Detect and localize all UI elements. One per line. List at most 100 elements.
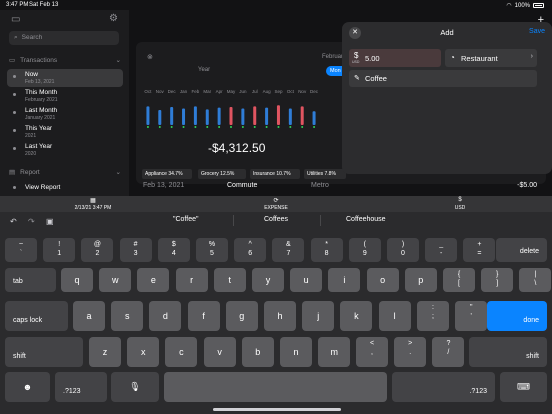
bar[interactable] bbox=[253, 106, 257, 125]
key-;[interactable]: :; bbox=[417, 301, 449, 331]
bar[interactable] bbox=[265, 107, 269, 125]
repeat-icon[interactable]: ⟳ bbox=[256, 197, 296, 204]
amount-field[interactable]: $ USD 5.00 bbox=[349, 49, 441, 67]
section-report[interactable]: ▤ Report ⌄ bbox=[9, 168, 121, 177]
key-[[interactable]: {[ bbox=[443, 268, 475, 292]
key-n[interactable]: n bbox=[280, 337, 312, 367]
key-,[interactable]: <, bbox=[356, 337, 388, 367]
key--[interactable]: _ - bbox=[425, 238, 458, 262]
sidebar-item-this-month[interactable]: This Month February 2021 bbox=[7, 87, 123, 105]
toolbar-currency-code[interactable]: USD bbox=[440, 205, 480, 211]
segment-year[interactable]: Year bbox=[198, 67, 210, 73]
key-q[interactable]: q bbox=[61, 268, 93, 292]
numbers-key-left[interactable]: .?123 bbox=[55, 372, 107, 402]
bar[interactable] bbox=[276, 105, 280, 125]
key-8[interactable]: * 8 bbox=[310, 238, 343, 262]
microphone-key[interactable]: 🎙 bbox=[111, 372, 159, 402]
section-transactions[interactable]: ▭ Transactions ⌄ bbox=[9, 56, 121, 65]
key-7[interactable]: & 7 bbox=[272, 238, 305, 262]
key-o[interactable]: o bbox=[366, 268, 399, 292]
key-j[interactable]: j bbox=[302, 301, 335, 331]
sidebar-toggle-icon[interactable]: ▭ bbox=[11, 14, 20, 25]
key-s[interactable]: s bbox=[111, 301, 144, 331]
bar[interactable] bbox=[288, 108, 292, 126]
bar[interactable] bbox=[300, 106, 304, 125]
key-/[interactable]: ? / bbox=[432, 337, 465, 367]
sidebar-item-last-month[interactable]: Last Month January 2021 bbox=[7, 105, 123, 123]
paste-icon[interactable]: ▣ bbox=[46, 217, 54, 226]
keyboard-dismiss-key[interactable]: ⌨ bbox=[500, 372, 547, 402]
bar[interactable] bbox=[146, 106, 150, 125]
key-][interactable]: }] bbox=[481, 268, 514, 292]
key-y[interactable]: y bbox=[252, 268, 284, 292]
redo-icon[interactable]: ↷ bbox=[28, 217, 35, 226]
key-b[interactable]: b bbox=[241, 337, 274, 367]
space-key[interactable] bbox=[164, 372, 387, 402]
key-v[interactable]: v bbox=[203, 337, 236, 367]
key-f[interactable]: f bbox=[187, 301, 220, 331]
search-input[interactable]: ⌕ Search bbox=[9, 31, 119, 45]
key-k[interactable]: k bbox=[340, 301, 373, 331]
suggestion-1[interactable]: Coffees bbox=[264, 216, 288, 223]
key-h[interactable]: h bbox=[264, 301, 296, 331]
sidebar-item-view-report[interactable]: View Report bbox=[7, 182, 123, 194]
info-icon[interactable]: ⊗ bbox=[147, 53, 153, 61]
numbers-key-right[interactable]: .?123 bbox=[392, 372, 495, 402]
key-4[interactable]: $4 bbox=[157, 238, 190, 262]
transaction-row[interactable]: Feb 13, 2021 Commute Metro -$5.00 bbox=[129, 180, 552, 196]
key-5[interactable]: % 5 bbox=[196, 238, 228, 262]
note-field[interactable]: ✎ Coffee bbox=[349, 70, 537, 87]
toolbar-type[interactable]: EXPENSE bbox=[256, 205, 296, 211]
shift-left-key[interactable]: shift bbox=[5, 337, 83, 367]
key-u[interactable]: u bbox=[290, 268, 323, 292]
bar[interactable] bbox=[205, 109, 209, 125]
sidebar-item-now[interactable]: Now Feb 13, 2021 bbox=[7, 69, 123, 87]
category-chip[interactable]: Appliance 34.7% bbox=[142, 169, 192, 179]
bar[interactable] bbox=[182, 108, 186, 126]
toolbar-currency-symbol[interactable]: $ bbox=[440, 197, 480, 203]
key-l[interactable]: l bbox=[378, 301, 411, 331]
delete-key[interactable]: delete bbox=[496, 238, 547, 262]
key-\[interactable]: | \ bbox=[519, 268, 552, 292]
gear-icon[interactable]: ⚙ bbox=[109, 13, 118, 24]
key-1[interactable]: ! 1 bbox=[43, 238, 76, 262]
key-i[interactable]: i bbox=[328, 268, 361, 292]
key-g[interactable]: g bbox=[225, 301, 258, 331]
save-button[interactable]: Save bbox=[529, 28, 545, 35]
category-chip[interactable]: Insurance 10.7% bbox=[250, 169, 300, 179]
bar[interactable] bbox=[158, 110, 162, 125]
shift-right-key[interactable]: shift bbox=[469, 337, 547, 367]
key-a[interactable]: a bbox=[73, 301, 105, 331]
caps-lock-key[interactable]: caps lock bbox=[5, 301, 68, 331]
key-z[interactable]: z bbox=[89, 337, 121, 367]
calendar-icon[interactable]: ▦ bbox=[73, 197, 113, 204]
key-e[interactable]: e bbox=[137, 268, 170, 292]
undo-icon[interactable]: ↶ bbox=[10, 217, 17, 226]
bar[interactable] bbox=[193, 106, 197, 125]
category-chip[interactable]: Grocery 12.5% bbox=[198, 169, 246, 179]
bar[interactable] bbox=[229, 107, 233, 125]
sidebar-item-last-year[interactable]: Last Year 2020 bbox=[7, 141, 123, 159]
key-t[interactable]: t bbox=[213, 268, 246, 292]
sidebar-item-this-year[interactable]: This Year 2021 bbox=[7, 123, 123, 141]
key-9[interactable]: (9 bbox=[348, 238, 381, 262]
key-r[interactable]: r bbox=[175, 268, 208, 292]
key-6[interactable]: ^ 6 bbox=[234, 238, 267, 262]
bar[interactable] bbox=[170, 107, 174, 125]
key-3[interactable]: #3 bbox=[119, 238, 152, 262]
suggestion-quoted[interactable]: "Coffee" bbox=[173, 216, 198, 223]
bar[interactable] bbox=[241, 108, 245, 126]
category-field[interactable]: ◔ Restaurant › bbox=[445, 49, 537, 67]
emoji-key[interactable]: ☻ bbox=[5, 372, 50, 402]
bar[interactable] bbox=[217, 107, 221, 125]
key-2[interactable]: @2 bbox=[81, 238, 114, 262]
category-chip[interactable]: Utilities 7.8% bbox=[304, 169, 346, 179]
tab-key[interactable]: tab bbox=[5, 268, 56, 292]
key-0[interactable]: ) 0 bbox=[387, 238, 419, 262]
key-.[interactable]: >. bbox=[394, 337, 427, 367]
bar[interactable] bbox=[312, 111, 316, 125]
key-p[interactable]: p bbox=[404, 268, 437, 292]
key-d[interactable]: d bbox=[149, 301, 182, 331]
toolbar-date[interactable]: 2/13/21 3:47 PM bbox=[73, 205, 113, 211]
key-w[interactable]: w bbox=[99, 268, 132, 292]
